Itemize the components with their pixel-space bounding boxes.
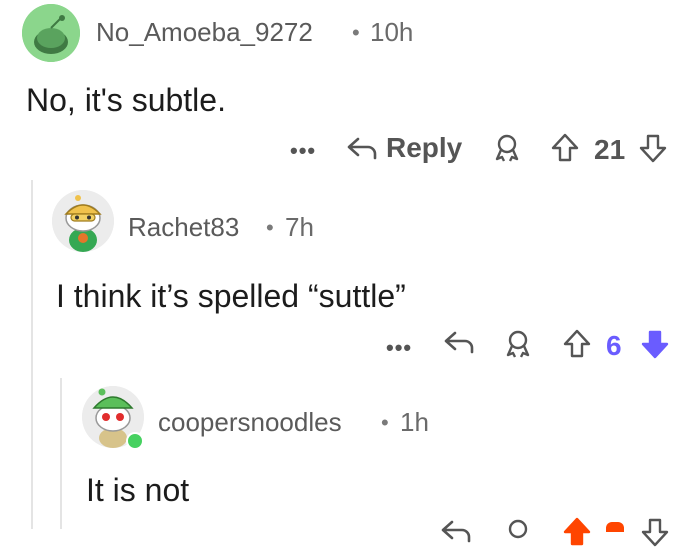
- meta-separator: •: [381, 410, 389, 435]
- comment-timestamp: 10h: [370, 17, 414, 47]
- comment-author[interactable]: coopersnoodles: [158, 407, 342, 438]
- reply-icon: [441, 520, 471, 543]
- reply-button[interactable]: Reply: [346, 132, 462, 164]
- upvote-button[interactable]: [550, 132, 580, 164]
- reply-icon: [444, 331, 474, 354]
- reply-button[interactable]: [440, 518, 472, 544]
- downvote-arrow-icon: [639, 134, 667, 163]
- reply-label: Reply: [386, 132, 463, 163]
- meta-separator: •: [352, 20, 360, 45]
- award-button[interactable]: [492, 133, 522, 163]
- thread-line-level-2[interactable]: [60, 378, 62, 529]
- more-options-button[interactable]: •••: [386, 335, 412, 361]
- avatar[interactable]: [52, 190, 114, 252]
- reply-button[interactable]: [443, 329, 475, 355]
- comment-timestamp: 7h: [285, 212, 314, 242]
- vote-score: 6: [606, 330, 622, 361]
- vote-score-partial: [606, 522, 624, 532]
- meta-separator: •: [266, 215, 274, 240]
- award-button[interactable]: [503, 518, 533, 548]
- downvote-arrow-icon: [641, 330, 669, 359]
- comment-author[interactable]: Rachet83: [128, 212, 239, 243]
- upvote-arrow-icon: [551, 133, 579, 162]
- upvote-arrow-icon: [563, 517, 591, 546]
- thread-line-level-1[interactable]: [31, 180, 33, 529]
- more-options-button[interactable]: •••: [290, 138, 316, 164]
- comment-body: It is not: [86, 472, 190, 508]
- online-status-indicator: [126, 432, 144, 450]
- reddit-snoo-avatar-icon: [22, 4, 80, 62]
- upvote-button[interactable]: [562, 516, 592, 548]
- downvote-button[interactable]: [638, 132, 668, 164]
- downvote-arrow-icon: [641, 518, 669, 547]
- upvote-button[interactable]: [562, 328, 592, 360]
- award-icon: [506, 330, 530, 358]
- downvote-button[interactable]: [640, 516, 670, 548]
- downvote-button[interactable]: [640, 328, 670, 360]
- award-button[interactable]: [503, 329, 533, 359]
- reddit-snoo-avatar-icon: [52, 190, 114, 252]
- reply-icon: [347, 137, 377, 160]
- comment-author[interactable]: No_Amoeba_9272: [96, 17, 313, 48]
- comment-timestamp: 1h: [400, 407, 429, 437]
- upvote-arrow-icon: [563, 329, 591, 358]
- avatar[interactable]: [22, 4, 80, 62]
- award-icon: [495, 134, 519, 162]
- comment-body: No, it's subtle.: [26, 82, 226, 118]
- vote-score: 21: [594, 134, 626, 165]
- comment-body: I think it’s spelled “suttle”: [56, 278, 406, 314]
- award-icon: [508, 519, 528, 539]
